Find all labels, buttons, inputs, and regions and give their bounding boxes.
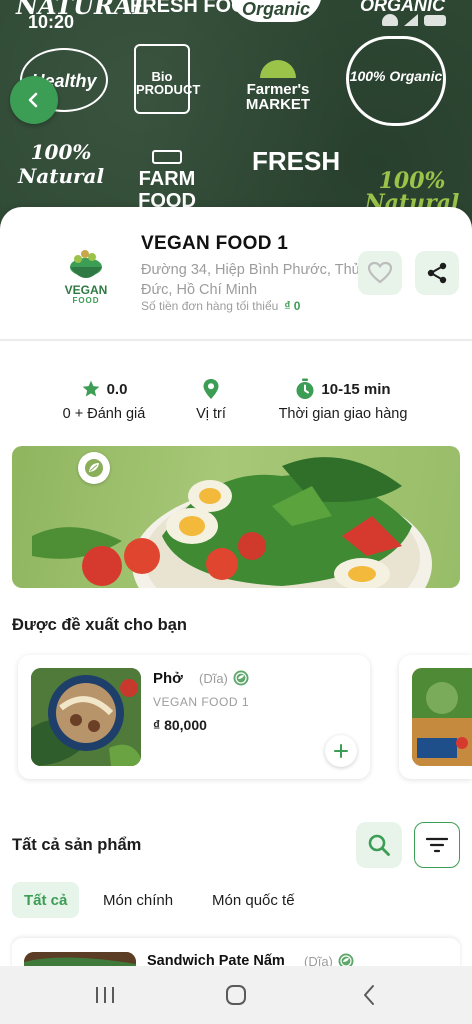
share-icon xyxy=(427,262,447,284)
wifi-icon xyxy=(382,14,398,26)
leaf-icon xyxy=(85,459,103,477)
leaf-badge xyxy=(78,452,110,484)
recommended-item-name: Phở xyxy=(153,670,183,687)
tab-main-dishes[interactable]: Món chính xyxy=(91,882,185,918)
tab-all[interactable]: Tất cả xyxy=(12,882,80,918)
back-button[interactable] xyxy=(10,76,58,124)
location-label: Vị trí xyxy=(196,406,226,422)
all-products-title: Tất cả sản phẩm xyxy=(12,836,142,854)
logo-farm-food: FARM FOOD xyxy=(132,150,202,212)
logo-100-organic-heart: 100% Organic xyxy=(346,36,446,126)
rating-label: 0 + Đánh giá xyxy=(62,406,146,422)
delivery-label: Thời gian giao hàng xyxy=(278,406,408,422)
plus-icon xyxy=(334,744,348,758)
recommended-item-card[interactable]: Phở (Dĩa) VEGAN FOOD 1 ₫ 80,000 xyxy=(18,655,370,779)
recommended-item-card-next[interactable] xyxy=(399,655,472,779)
logo-always-fresh: FRESH xyxy=(252,146,341,176)
rating-stat[interactable]: 0.0 0 + Đánh giá xyxy=(58,378,150,423)
veg-badge-icon xyxy=(233,670,249,686)
nav-recents-button[interactable] xyxy=(92,982,118,1008)
status-time: 10:20 xyxy=(28,12,75,32)
nav-back-button[interactable] xyxy=(356,982,382,1008)
store-info-card: VEGAN FOOD VEGAN FOOD 1 Đường 34, Hiệp B… xyxy=(0,207,472,339)
status-bar: 10:20 xyxy=(0,0,472,40)
add-to-cart-button[interactable] xyxy=(325,735,357,767)
nav-back-icon xyxy=(364,985,374,1005)
tab-international-dishes[interactable]: Món quốc tế xyxy=(200,882,307,918)
filter-button[interactable] xyxy=(414,822,460,868)
min-order-value: ₫ 0 xyxy=(284,299,301,313)
delivery-time-stat: 10-15 min Thời gian giao hàng xyxy=(272,378,414,422)
divider xyxy=(0,339,472,341)
min-order: Số tiền đơn hàng tối thiểu ₫ 0 xyxy=(141,299,300,313)
share-button[interactable] xyxy=(415,251,459,295)
rating-value: 0.0 xyxy=(106,380,128,398)
star-icon xyxy=(82,380,99,397)
min-order-label: Số tiền đơn hàng tối thiểu xyxy=(141,299,279,313)
back-arrow-icon xyxy=(28,92,38,108)
heart-icon xyxy=(367,261,393,284)
store-name: VEGAN FOOD 1 xyxy=(141,233,289,254)
recommended-item-unit: (Dĩa) xyxy=(199,671,228,686)
logo-farmers-market: Farmer's MARKET xyxy=(232,60,324,112)
recommended-item-store: VEGAN FOOD 1 xyxy=(153,695,250,709)
location-stat[interactable]: Vị trí xyxy=(186,378,236,422)
nav-home-icon xyxy=(226,985,246,1005)
nav-home-button[interactable] xyxy=(223,982,249,1008)
store-logo-text: VEGAN xyxy=(64,283,108,297)
food-image-next xyxy=(412,668,472,766)
filter-icon xyxy=(426,837,448,853)
store-logo-subtext: FOOD xyxy=(72,296,100,305)
system-navigation-bar xyxy=(0,966,472,1024)
favorite-button[interactable] xyxy=(358,251,402,295)
nav-recents-icon xyxy=(96,987,114,1003)
recommended-title: Được đề xuất cho bạn xyxy=(12,616,187,634)
store-cover-banner: NATURAL FRESH FOOD Organic ORGANIC Healt… xyxy=(0,0,472,232)
delivery-value: 10-15 min xyxy=(321,380,391,398)
store-address: Đường 34, Hiệp Bình Phước, Thủ Đức, Hồ C… xyxy=(141,262,360,298)
store-logo: VEGAN FOOD xyxy=(52,245,120,311)
battery-icon xyxy=(424,14,446,26)
search-button[interactable] xyxy=(356,822,402,868)
recommended-item-price: ₫ 80,000 xyxy=(153,717,207,733)
location-pin-icon xyxy=(203,379,219,399)
search-icon xyxy=(368,834,390,856)
logo-bio-product: Bio PRODUCT xyxy=(134,44,200,114)
stopwatch-icon xyxy=(296,378,314,399)
signal-icon xyxy=(404,14,418,26)
food-image-pho xyxy=(31,668,141,766)
logo-100-natural: 100% Natural xyxy=(18,140,105,188)
